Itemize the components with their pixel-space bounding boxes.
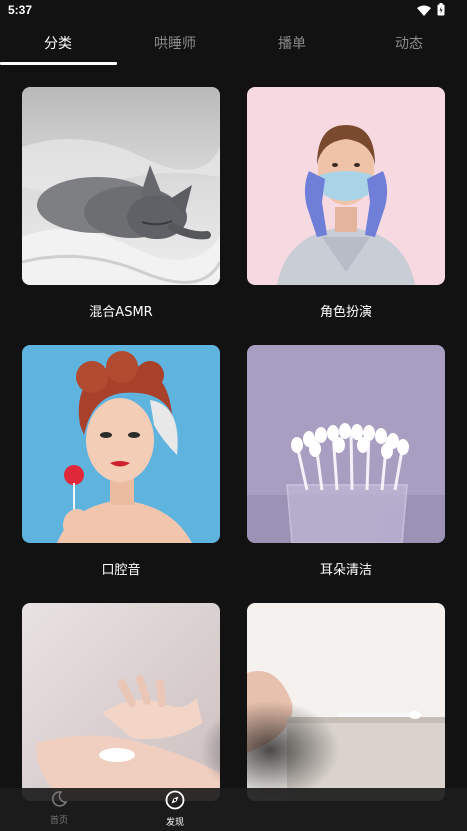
tab-bodan[interactable]: 播单: [234, 26, 350, 62]
compass-icon: [145, 790, 205, 814]
tab-hongshuishi[interactable]: 哄睡师: [117, 26, 233, 62]
nav-home-label: 首页: [49, 816, 68, 826]
status-icons: [417, 1, 445, 20]
category-card-mouth-sounds[interactable]: 口腔音: [22, 345, 220, 578]
category-card-ear-cleaning[interactable]: 耳朵清洁: [247, 345, 445, 578]
category-card-swab[interactable]: [247, 603, 445, 801]
category-image-cotton-swabs: [247, 345, 445, 543]
nav-home[interactable]: 首页: [29, 790, 89, 826]
category-label: 角色扮演: [319, 305, 372, 320]
category-card-hands[interactable]: [22, 603, 220, 801]
category-label: 口腔音: [101, 563, 141, 578]
nav-discover[interactable]: 发现: [145, 790, 205, 828]
category-label: 混合ASMR: [89, 305, 153, 320]
active-tab-indicator: [0, 62, 117, 65]
category-tabs: 分类 哄睡师 播单 动态: [0, 26, 467, 66]
category-image-sleeping-cat: [22, 87, 220, 285]
category-card-mix-asmr[interactable]: 混合ASMR: [22, 87, 220, 320]
wifi-icon: [417, 1, 431, 20]
category-image-hands-lotion: [22, 603, 220, 801]
tab-fenlei[interactable]: 分类: [0, 26, 116, 62]
category-card-role-play[interactable]: 角色扮演: [247, 87, 445, 320]
category-image-hand-swab: [247, 603, 445, 801]
status-bar: 5:37: [0, 0, 467, 22]
nav-discover-label: 发现: [165, 818, 184, 828]
category-image-masked-woman: [247, 87, 445, 285]
category-image-lollipop-woman: [22, 345, 220, 543]
bottom-nav: 首页 发现: [0, 788, 467, 831]
screen: 5:37 分类 哄睡师 播单 动态 混合ASMR 角色扮演 口腔音 耳朵清洁 首…: [0, 0, 467, 831]
moon-icon: [29, 790, 89, 812]
category-label: 耳朵清洁: [319, 563, 372, 578]
status-time: 5:37: [8, 3, 33, 17]
tab-dongtai[interactable]: 动态: [351, 26, 467, 62]
battery-icon: [437, 1, 445, 20]
